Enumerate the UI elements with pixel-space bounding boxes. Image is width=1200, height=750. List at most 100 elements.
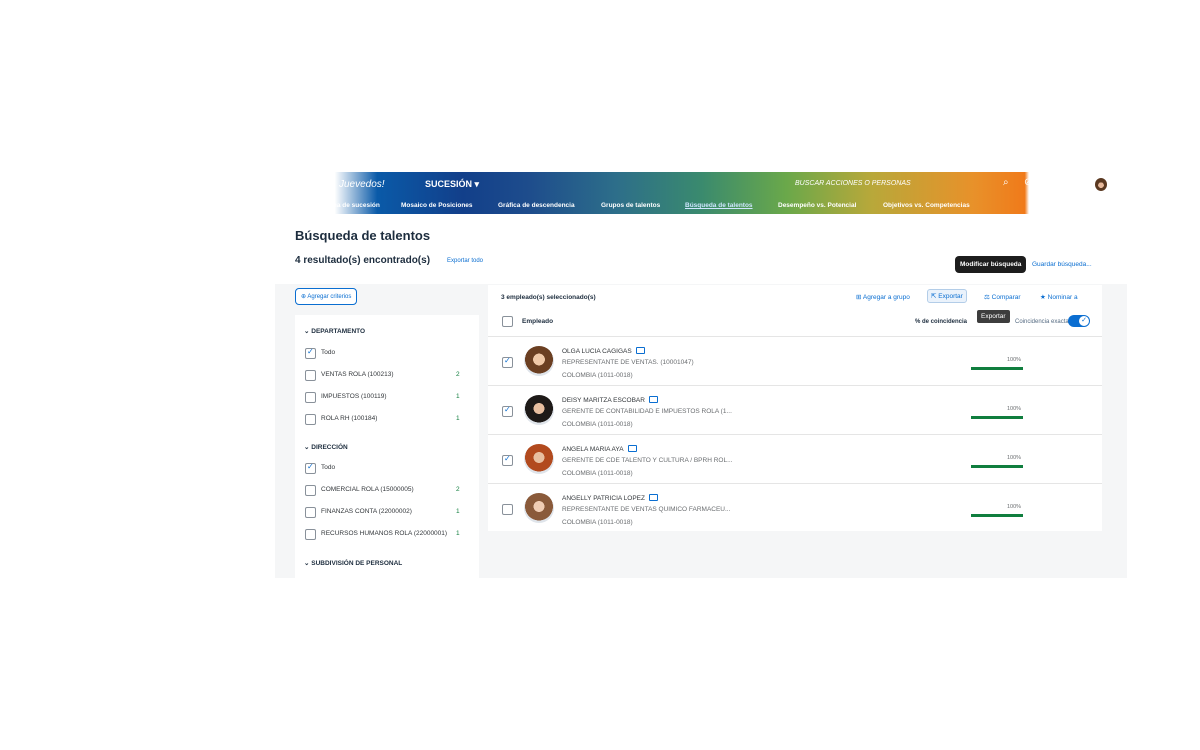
save-search-link[interactable]: Guardar búsqueda... — [1032, 261, 1092, 268]
filter-count: 1 — [456, 393, 460, 400]
match-bar — [971, 465, 1023, 468]
match-bar-fill — [971, 367, 1023, 370]
column-header-match[interactable]: % de coincidencia — [915, 319, 967, 325]
row-checkbox[interactable] — [502, 504, 513, 515]
notifications-icon[interactable]: ◔ — [1046, 177, 1052, 188]
module-menu[interactable]: SUCESIÓN ▾ — [425, 179, 479, 190]
tab-grafica[interactable]: Gráfica de descendencia — [498, 202, 575, 209]
export-icon: ⇱ — [931, 293, 937, 300]
tab-organigrama[interactable]: Organigrama de sucesión — [300, 202, 380, 209]
profile-card-icon[interactable] — [635, 347, 645, 354]
table-row[interactable]: ANGELLY PATRICIA LOPEZ REPRESENTANTE DE … — [488, 483, 1102, 532]
table-row[interactable]: OLGA LUCIA CAGIGAS REPRESENTANTE DE VENT… — [488, 336, 1102, 385]
filter-count: 1 — [456, 508, 460, 515]
checkbox-dep-rh[interactable] — [305, 414, 316, 425]
search-icon[interactable]: ⌕ — [1003, 177, 1009, 188]
employee-name-row[interactable]: ANGELLY PATRICIA LOPEZ — [562, 493, 658, 502]
chevron-down-icon: ⌄ — [304, 560, 310, 567]
table-row[interactable]: ANGELA MARIA AYA GERENTE DE CDE TALENTO … — [488, 434, 1102, 483]
export-tooltip: Exportar — [977, 310, 1010, 323]
page-header: Búsqueda de talentos 4 resultado(s) enco… — [275, 214, 1127, 284]
filter-section-title: SUBDIVISIÓN DE PERSONAL — [311, 560, 403, 567]
add-criteria-button[interactable]: ⊕ Agregar criterios — [295, 288, 358, 305]
employee-name-row[interactable]: OLGA LUCIA CAGIGAS — [562, 346, 645, 355]
filter-label: COMERCIAL ROLA (15000005) — [321, 486, 414, 493]
filter-section-title: DEPARTAMENTO — [311, 328, 366, 335]
tab-mosaico[interactable]: Mosaico de Posiciones — [401, 202, 473, 209]
profile-card-icon[interactable] — [648, 494, 658, 501]
modify-search-button[interactable]: Modificar búsqueda — [955, 256, 1027, 273]
profile-card-icon[interactable] — [648, 396, 658, 403]
filter-label: IMPUESTOS (100119) — [321, 393, 387, 400]
employee-position: GERENTE DE CDE TALENTO Y CULTURA / BPRH … — [562, 457, 733, 464]
employee-name[interactable]: DEISY MARITZA ESCOBAR — [562, 397, 645, 404]
results-panel: 3 empleado(s) seleccionado(s) ⊞ Agregar … — [488, 285, 1102, 531]
employee-name-row[interactable]: ANGELA MARIA AYA — [562, 444, 637, 453]
help-icon[interactable]: ⊘ — [1024, 177, 1032, 188]
filter-label: VENTAS ROLA (100213) — [321, 371, 394, 378]
checkbox-dir-todo[interactable] — [305, 462, 316, 474]
tab-desempeno[interactable]: Desempeño vs. Potencial — [778, 202, 856, 209]
employee-photo[interactable] — [524, 444, 554, 474]
employee-name-row[interactable]: DEISY MARITZA ESCOBAR — [562, 395, 658, 404]
company-logo[interactable]: Juevedos! — [339, 179, 385, 190]
checkbox-dir-finanzas[interactable] — [305, 507, 316, 518]
exact-match-toggle[interactable] — [1068, 315, 1090, 327]
checkbox-dep-todo[interactable] — [305, 347, 316, 359]
employee-name[interactable]: ANGELLY PATRICIA LOPEZ — [562, 495, 645, 502]
compare-button[interactable]: ⚖ Comparar — [984, 293, 1021, 301]
match-bar-fill — [971, 514, 1023, 517]
exact-match-label: Coincidencia exacta — [1015, 319, 1069, 325]
tab-objetivos[interactable]: Objetivos vs. Competencias — [883, 202, 970, 209]
employee-photo[interactable] — [524, 346, 554, 376]
add-criteria-label: Agregar criterios — [307, 294, 352, 300]
employee-location: COLOMBIA (1011-0018) — [562, 519, 633, 526]
add-to-group-button[interactable]: ⊞ Agregar a grupo — [856, 293, 910, 301]
filter-section-departamento[interactable]: ⌄ DEPARTAMENTO — [304, 327, 365, 335]
employee-location: COLOMBIA (1011-0018) — [562, 470, 633, 477]
column-header-employee[interactable]: Empleado — [522, 318, 553, 325]
profile-card-icon[interactable] — [627, 445, 637, 452]
checkbox-dep-impuestos[interactable] — [305, 392, 316, 403]
employee-photo[interactable] — [524, 493, 554, 523]
employee-position: REPRESENTANTE DE VENTAS QUIMICO FARMACEU… — [562, 506, 731, 513]
export-button[interactable]: ⇱ Exportar — [927, 289, 967, 303]
row-checkbox[interactable] — [502, 356, 513, 368]
filter-label: Todo — [321, 464, 336, 471]
export-all-link[interactable]: Exportar todo — [447, 258, 483, 264]
employee-photo[interactable] — [524, 395, 554, 425]
avatar[interactable] — [1095, 178, 1107, 191]
checkbox-dir-comercial[interactable] — [305, 485, 316, 496]
employee-location: COLOMBIA (1011-0018) — [562, 372, 633, 379]
plus-circle-icon: ⊕ — [301, 294, 307, 300]
nominate-button[interactable]: ★ Nominar a — [1040, 293, 1078, 301]
chevron-down-icon: ⌄ — [304, 328, 310, 335]
filter-panel: ⌄ DEPARTAMENTO Todo VENTAS ROLA (100213)… — [295, 315, 479, 578]
row-checkbox[interactable] — [502, 405, 513, 417]
tab-grupos[interactable]: Grupos de talentos — [601, 202, 660, 209]
group-icon: ⊞ — [856, 294, 862, 301]
results-count: 4 resultado(s) encontrado(s) — [295, 255, 431, 266]
filter-section-title: DIRECCIÓN — [311, 444, 348, 451]
search-input[interactable]: BUSCAR ACCIONES O PERSONAS — [795, 180, 911, 187]
filter-section-subdivision[interactable]: ⌄ SUBDIVISIÓN DE PERSONAL — [304, 559, 402, 567]
checkbox-dir-rrhh[interactable] — [305, 529, 316, 540]
selected-count: 3 empleado(s) seleccionado(s) — [501, 294, 596, 301]
table-row[interactable]: DEISY MARITZA ESCOBAR GERENTE DE CONTABI… — [488, 385, 1102, 434]
tab-busqueda[interactable]: Búsqueda de talentos — [685, 202, 753, 209]
employee-name[interactable]: ANGELA MARIA AYA — [562, 446, 624, 453]
row-checkbox[interactable] — [502, 454, 513, 466]
nav-tabs: Organigrama de sucesión Mosaico de Posic… — [275, 200, 1127, 214]
checkbox-dep-ventas[interactable] — [305, 370, 316, 381]
employee-position: GERENTE DE CONTABILIDAD E IMPUESTOS ROLA… — [562, 408, 732, 415]
employee-name[interactable]: OLGA LUCIA CAGIGAS — [562, 348, 632, 355]
filter-label: Todo — [321, 349, 336, 356]
filter-label: ROLA RH (100184) — [321, 415, 378, 422]
filter-label: FINANZAS CONTA (22000002) — [321, 508, 412, 515]
shell-bar: Juevedos! SUCESIÓN ▾ BUSCAR ACCIONES O P… — [275, 172, 1127, 214]
employee-location: COLOMBIA (1011-0018) — [562, 421, 633, 428]
app-window: Juevedos! SUCESIÓN ▾ BUSCAR ACCIONES O P… — [275, 172, 1127, 578]
filter-section-direccion[interactable]: ⌄ DIRECCIÓN — [304, 443, 348, 451]
nominate-label: Nominar a — [1047, 294, 1078, 301]
select-all-checkbox[interactable] — [502, 316, 513, 327]
